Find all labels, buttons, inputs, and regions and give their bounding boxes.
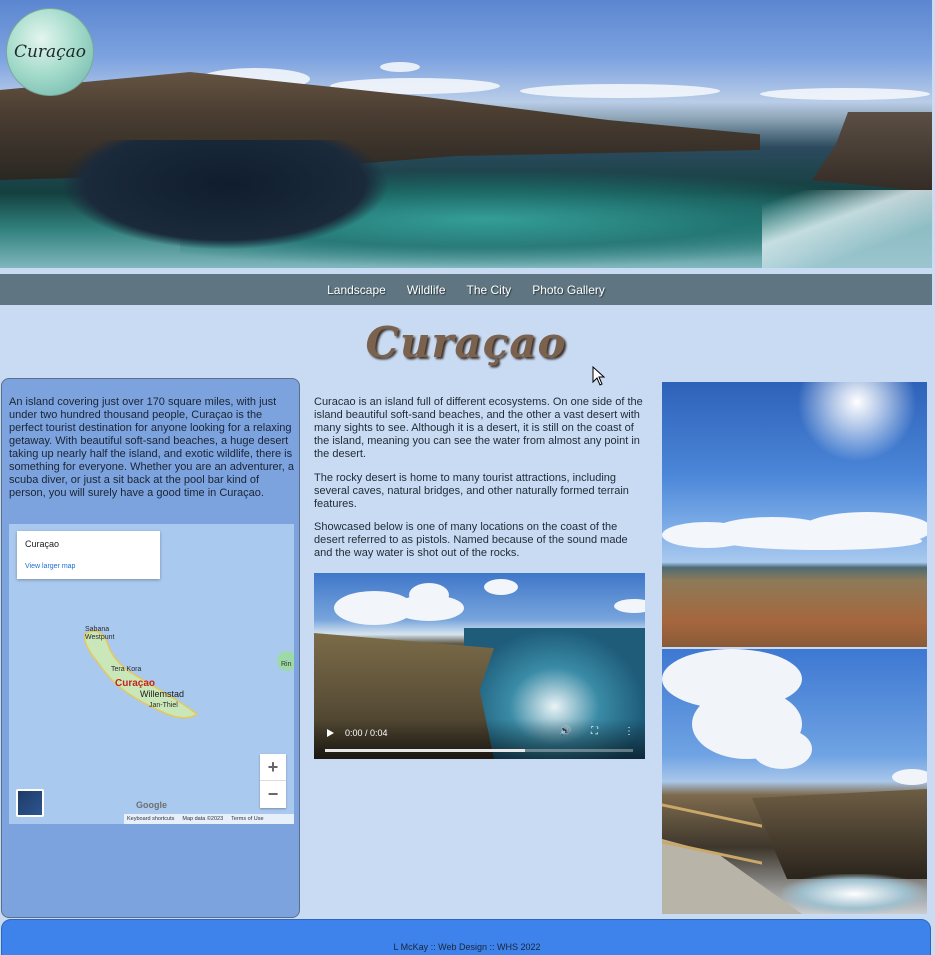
intro-text: An island covering just over 170 square … <box>9 396 294 499</box>
site-logo[interactable]: Curaçao <box>6 8 94 96</box>
nav-landscape[interactable]: Landscape <box>327 283 386 297</box>
hero-image <box>0 0 932 268</box>
map-label-rin: Rin <box>281 661 292 668</box>
logo-text: Curaçao <box>13 42 87 62</box>
footer-text: L McKay :: Web Design :: WHS 2022 <box>393 942 541 952</box>
island-shape <box>83 630 199 719</box>
terms-of-use-link[interactable]: Terms of Use <box>231 816 263 822</box>
embedded-map[interactable]: Curaçao View larger map Rin Sabana Westp… <box>9 524 294 824</box>
video-time: 0:00 / 0:04 <box>345 728 388 738</box>
desert-photo <box>662 382 927 647</box>
google-logo: Google <box>136 800 167 810</box>
keyboard-shortcuts-link[interactable]: Keyboard shortcuts <box>127 816 174 822</box>
map-zoom-controls: + − <box>260 754 286 808</box>
map-info-card: Curaçao View larger map <box>17 531 160 579</box>
paragraph-desert: The rocky desert is home to many tourist… <box>314 472 629 510</box>
page-title: Curaçao <box>365 318 567 367</box>
video-progress-bar[interactable] <box>325 749 633 752</box>
nav-photo-gallery[interactable]: Photo Gallery <box>532 283 605 297</box>
page-footer: L McKay :: Web Design :: WHS 2022 <box>1 919 931 955</box>
view-larger-map-link[interactable]: View larger map <box>25 563 75 570</box>
zoom-out-button[interactable]: − <box>260 781 286 808</box>
video-controls: 0:00 / 0:04 🔊 ⛶ ⋮ <box>314 719 645 759</box>
map-card-title: Curaçao <box>25 539 60 549</box>
map-data-text: Map data ©2023 <box>182 816 224 822</box>
fullscreen-icon[interactable]: ⛶ <box>591 726 598 737</box>
map-footer: Keyboard shortcuts Map data ©2023 Terms … <box>124 814 294 824</box>
nav-wildlife[interactable]: Wildlife <box>407 283 446 297</box>
map-label-curacao: Curaçao <box>115 678 156 689</box>
mouse-cursor-icon <box>592 366 606 386</box>
video-player[interactable]: 0:00 / 0:04 🔊 ⛶ ⋮ <box>314 573 645 759</box>
map-label-tera-kora: Tera Kora <box>111 666 142 673</box>
main-nav: Landscape Wildlife The City Photo Galler… <box>0 274 932 305</box>
paragraph-ecosystems: Curacao is an island full of different e… <box>314 396 643 460</box>
intro-panel: An island covering just over 170 square … <box>1 378 300 918</box>
volume-icon[interactable]: 🔊 <box>559 726 571 737</box>
paragraph-pistols: Showcased below is one of many locations… <box>314 521 628 559</box>
map-label-jan-thiel: Jan-Thiel <box>149 702 178 709</box>
map-label-willemstad: Willemstad <box>140 689 185 699</box>
zoom-in-button[interactable]: + <box>260 754 286 781</box>
nav-the-city[interactable]: The City <box>467 283 512 297</box>
satellite-toggle-button[interactable] <box>16 789 44 817</box>
more-options-icon[interactable]: ⋮ <box>624 726 634 737</box>
cliff-photo <box>662 649 927 914</box>
map-label-sabana: Sabana Westpunt <box>85 626 115 641</box>
play-icon[interactable] <box>327 729 334 737</box>
